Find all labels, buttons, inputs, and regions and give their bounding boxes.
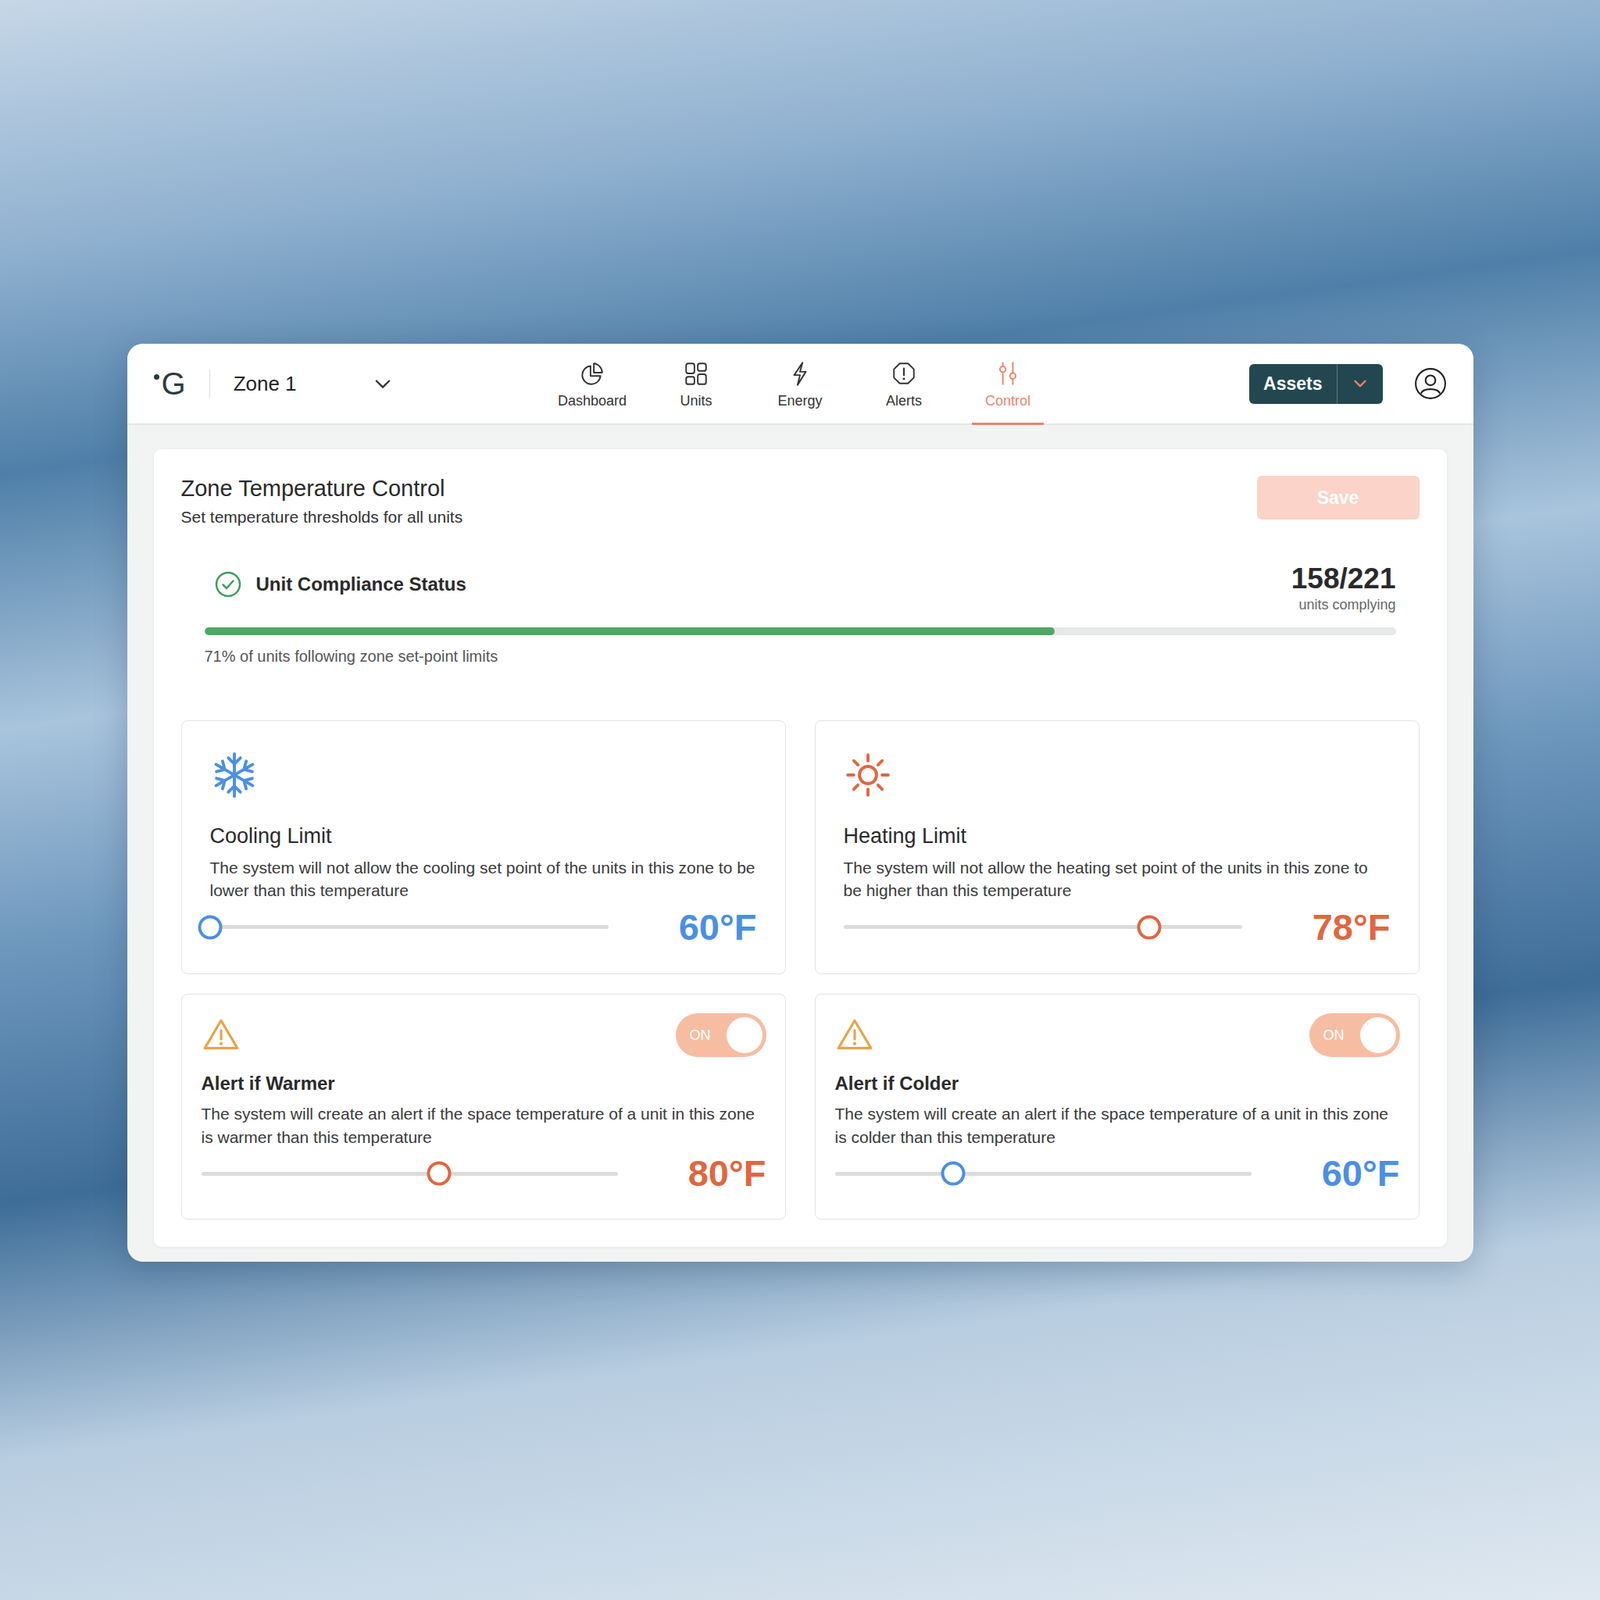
assets-dropdown[interactable]: [1336, 364, 1383, 404]
compliance-title: Unit Compliance Status: [256, 573, 467, 596]
alert-card: ON Alert if Warmer The system will creat…: [181, 993, 786, 1219]
alert-octagon-icon: [890, 360, 918, 387]
alert-card: ON Alert if Colder The system will creat…: [814, 993, 1420, 1219]
slider-value: 80°F: [688, 1153, 767, 1194]
nav-label: Alerts: [885, 392, 922, 410]
chevron-down-icon: [371, 372, 394, 395]
card-title: Cooling Limit: [210, 824, 758, 849]
nav-item[interactable]: Energy: [748, 343, 853, 424]
toggle-knob: [1360, 1017, 1397, 1054]
settings-grid: Cooling Limit The system will not allow …: [181, 720, 1420, 1220]
zone-select[interactable]: Zone 1: [233, 371, 394, 397]
compliance-header: Unit Compliance Status 158/221 units com…: [204, 562, 1397, 614]
card-title: Alert if Warmer: [201, 1072, 767, 1095]
slider-thumb[interactable]: [427, 1161, 452, 1186]
compliance-label: Unit Compliance Status: [204, 570, 467, 599]
assets-label: Assets: [1249, 364, 1336, 404]
nav-label: Units: [679, 392, 712, 410]
slider-row: 78°F: [843, 907, 1391, 948]
warning-triangle-icon: [201, 1015, 241, 1055]
panel-title: Zone Temperature Control: [181, 475, 464, 502]
slider-row: 60°F: [835, 1153, 1400, 1194]
limit-card: Cooling Limit The system will not allow …: [181, 720, 786, 975]
nav-item[interactable]: Dashboard: [540, 343, 645, 424]
toggle-label: ON: [1323, 1027, 1351, 1044]
app-window: G Zone 1 Dashboard Units Energy Alerts C…: [127, 343, 1474, 1262]
panel-heading: Zone Temperature Control Set temperature…: [181, 475, 464, 527]
slider-thumb[interactable]: [941, 1161, 966, 1186]
slider-track[interactable]: [201, 1171, 618, 1176]
user-avatar-icon[interactable]: [1414, 367, 1447, 400]
slider-thumb[interactable]: [197, 914, 222, 940]
nav-label: Dashboard: [557, 392, 627, 410]
slider-track[interactable]: [210, 925, 609, 929]
count-value: 158/221: [1291, 562, 1397, 596]
zone-label: Zone 1: [233, 371, 297, 397]
slider-value: 60°F: [678, 907, 758, 948]
chevron-down-icon: [1350, 373, 1371, 394]
slider-row: 60°F: [210, 907, 758, 948]
card-description: The system will not allow the heating se…: [843, 856, 1391, 903]
card-description: The system will not allow the cooling se…: [210, 856, 758, 903]
top-bar: G Zone 1 Dashboard Units Energy Alerts C…: [127, 343, 1474, 425]
alert-card-header: ON: [201, 1013, 767, 1058]
slider-track[interactable]: [835, 1171, 1252, 1176]
divider: [209, 369, 211, 398]
save-button[interactable]: Save: [1257, 475, 1420, 520]
card-title: Heating Limit: [843, 824, 1391, 849]
content-area: Zone Temperature Control Set temperature…: [127, 425, 1474, 1262]
toggle-knob: [726, 1017, 763, 1054]
logo-text: G: [161, 367, 186, 400]
compliance-count: 158/221 units complying: [1291, 562, 1397, 614]
panel-subtitle: Set temperature thresholds for all units: [181, 507, 464, 527]
logo[interactable]: G: [153, 367, 186, 400]
warning-triangle-icon: [835, 1015, 875, 1055]
sun-icon: [843, 750, 893, 800]
slider-track[interactable]: [843, 925, 1243, 929]
alert-card-header: ON: [835, 1013, 1400, 1058]
snowflake-icon: [210, 750, 259, 800]
nav-label: Energy: [777, 392, 822, 410]
panel-header: Zone Temperature Control Set temperature…: [181, 475, 1420, 527]
logo-dot: [153, 374, 160, 380]
grid-icon: [682, 360, 710, 387]
lightning-bolt-icon: [786, 360, 814, 387]
compliance-caption: 71% of units following zone set-point li…: [204, 647, 1397, 666]
nav-item[interactable]: Units: [644, 343, 749, 424]
progress-fill: [204, 627, 1056, 636]
limit-card: Heating Limit The system will not allow …: [814, 720, 1420, 975]
sliders-icon: [994, 360, 1022, 387]
zone-temperature-panel: Zone Temperature Control Set temperature…: [153, 449, 1447, 1247]
alert-toggle[interactable]: ON: [1309, 1013, 1400, 1058]
pie-chart-icon: [578, 360, 606, 387]
slider-value: 78°F: [1312, 907, 1391, 948]
card-description: The system will create an alert if the s…: [835, 1102, 1400, 1149]
top-bar-left: G Zone 1: [153, 343, 541, 424]
check-circle-icon: [214, 570, 243, 599]
compliance-status: Unit Compliance Status 158/221 units com…: [204, 562, 1397, 666]
main-nav: Dashboard Units Energy Alerts Control: [540, 343, 1061, 424]
count-label: units complying: [1298, 596, 1396, 614]
slider-thumb[interactable]: [1136, 914, 1161, 940]
toggle-label: ON: [689, 1027, 718, 1044]
page: G Zone 1 Dashboard Units Energy Alerts C…: [0, 0, 1600, 1600]
card-title: Alert if Colder: [835, 1072, 1400, 1095]
compliance-progress-bar: [204, 627, 1397, 636]
nav-item[interactable]: Alerts: [852, 343, 957, 424]
alert-toggle[interactable]: ON: [675, 1013, 767, 1058]
assets-button[interactable]: Assets: [1249, 364, 1383, 404]
top-bar-right: Assets: [1060, 343, 1447, 424]
slider-row: 80°F: [201, 1153, 767, 1194]
slider-value: 60°F: [1321, 1153, 1400, 1194]
nav-item[interactable]: Control: [956, 343, 1061, 424]
nav-label: Control: [985, 392, 1031, 410]
card-description: The system will create an alert if the s…: [201, 1102, 767, 1149]
